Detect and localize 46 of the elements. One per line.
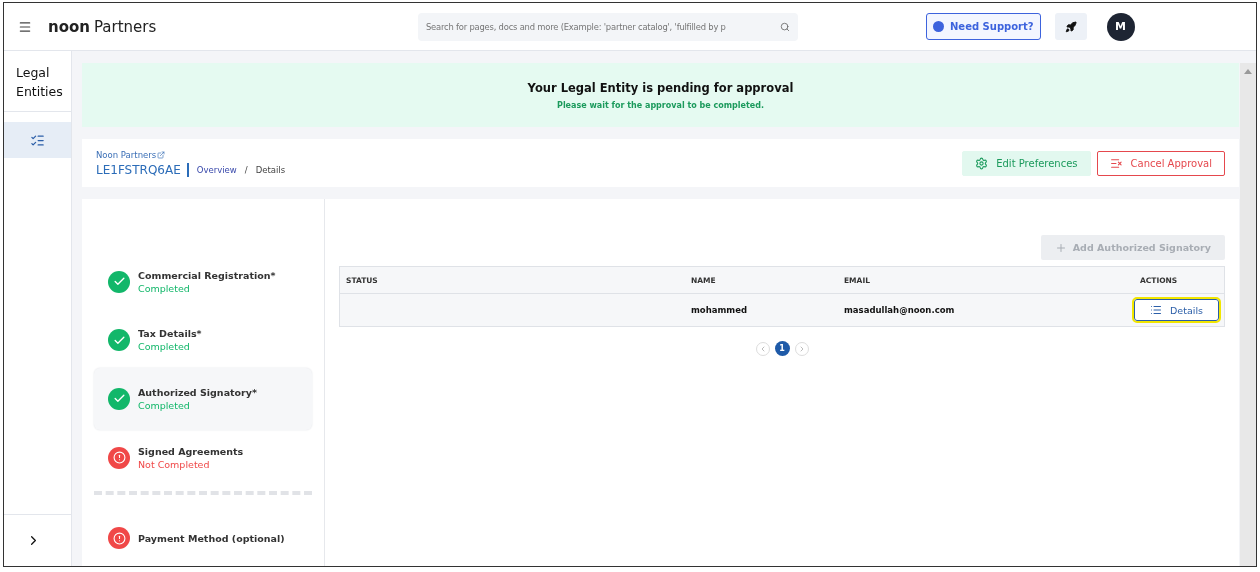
next-page-button[interactable] [794,341,809,356]
scroll-up-icon[interactable] [1244,69,1252,74]
cancel-approval-button[interactable]: Cancel Approval [1096,150,1225,176]
rocket-button[interactable] [1054,13,1087,40]
step-title: Payment Method (optional) [138,532,285,544]
banner-subtitle: Please wait for the approval to be completed. [557,100,764,110]
rocket-icon [1064,20,1077,33]
support-button[interactable]: Need Support? [926,13,1041,40]
alert-icon [112,451,126,465]
breadcrumb-separator: / [244,164,248,175]
search-field[interactable]: Search for pages, docs and more (Example: 'partner catalog', 'fulfilled by p [418,12,798,41]
step-item[interactable]: Payment Method (optional) [94,507,312,566]
search-icon[interactable] [780,21,790,32]
previous-page-button[interactable] [755,341,770,356]
step-title: Tax Details* [138,328,202,340]
entity-id: LE1FSTRQ6AE [96,162,189,177]
list-icon [1150,304,1163,316]
breadcrumb-link[interactable]: Overview [196,164,237,175]
details-button[interactable]: Details [1134,299,1219,321]
plus-icon [1054,241,1067,254]
list-icon [30,132,45,148]
user-avatar[interactable]: M [1106,12,1135,41]
scrollbar[interactable] [1240,63,1256,566]
step-status: Completed [138,400,191,411]
banner-title: Your Legal Entity is pending for approval [527,80,794,95]
step-title: Commercial Registration* [138,269,276,281]
step-title: Authorized Signatory* [138,387,257,398]
brand-logo: noon Partners [48,17,158,36]
external-link-icon [157,150,166,159]
settings-icon [975,156,989,170]
table-cell-text: mohammed [690,305,749,315]
menu-icon[interactable] [18,19,32,34]
search-input[interactable]: Search for pages, docs and more (Example: 'partner catalog', 'fulfilled by p [426,21,774,32]
sidebar-title: Legal Entities [4,51,71,112]
alert-icon [112,531,126,545]
step-status: Completed [138,341,191,353]
table-cell-text: masadullah@noon.com [843,305,956,315]
step-item[interactable]: Authorized Signatory* Completed [94,368,312,430]
step-title: Signed Agreements [138,445,244,457]
step-status: Not Completed [138,458,211,470]
step-status: Completed [138,282,191,294]
partners-link[interactable]: Noon Partners [96,149,286,160]
page-button[interactable]: 1 [774,341,790,356]
list-x-icon [1109,156,1123,170]
sidebar-item[interactable] [4,122,71,158]
breadcrumb-link[interactable]: Details [255,164,286,175]
